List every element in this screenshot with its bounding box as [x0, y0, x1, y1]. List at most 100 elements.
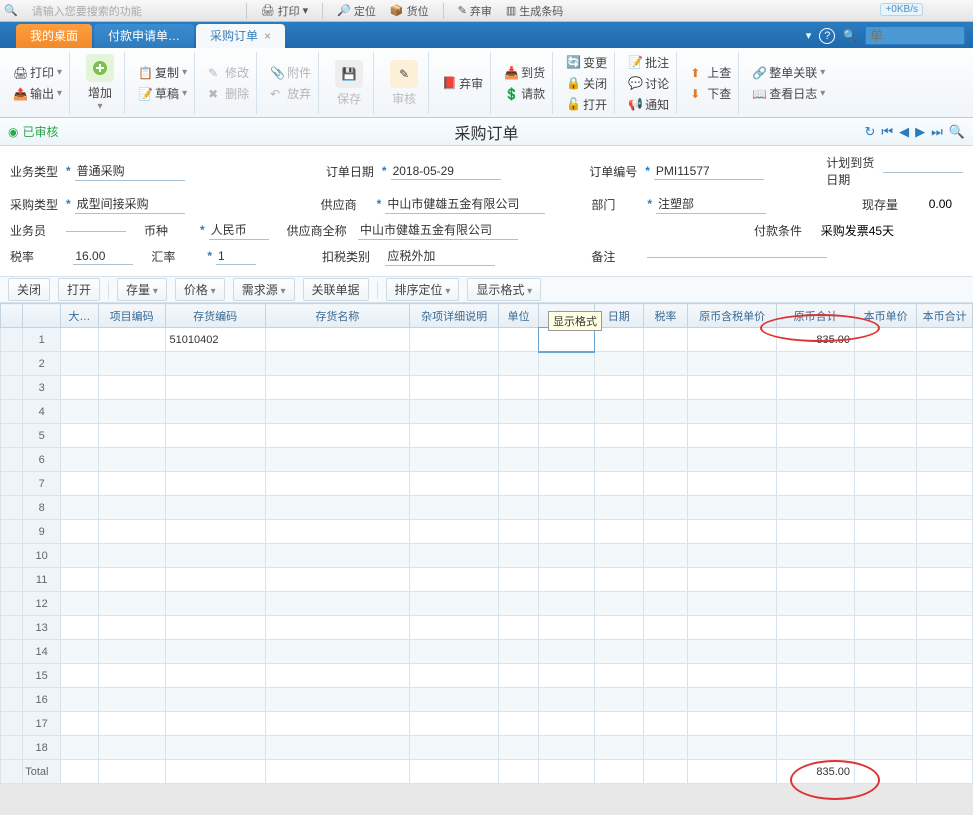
table-row[interactable]: 7: [1, 472, 973, 496]
plan-date-field[interactable]: [883, 170, 963, 173]
data-grid[interactable]: 大… 项目编码 存货编码 存货名称 杂项详细说明 单位 数量 日期 税率 原币含…: [0, 303, 973, 784]
table-row[interactable]: 16: [1, 688, 973, 712]
col-unit-price[interactable]: 原币含税单价: [688, 304, 777, 328]
currency-field[interactable]: 人民币: [209, 220, 269, 240]
search-record-icon[interactable]: 🔍: [949, 124, 965, 140]
table-row[interactable]: 13: [1, 616, 973, 640]
close-tab-icon[interactable]: ×: [264, 29, 271, 43]
table-row[interactable]: 14: [1, 640, 973, 664]
refresh-icon[interactable]: ↻: [865, 124, 876, 140]
prev-record-icon[interactable]: ◀: [899, 124, 909, 140]
table-row[interactable]: 15: [1, 664, 973, 688]
audit-button[interactable]: ✎审核: [384, 58, 424, 109]
tax-cat-field[interactable]: 应税外加: [385, 246, 495, 266]
lookup-down-button[interactable]: ⬇下查: [687, 84, 734, 103]
arrive-button[interactable]: 📥到货: [501, 63, 548, 82]
grid-close-button[interactable]: 关闭: [8, 278, 50, 301]
grid-link-button[interactable]: 关联单据: [303, 278, 369, 301]
tab-search-input[interactable]: [865, 26, 965, 45]
order-no-field[interactable]: PMI11577: [654, 163, 764, 180]
sys-abandon[interactable]: ✎弃审: [458, 3, 492, 19]
next-record-icon[interactable]: ▶: [915, 124, 925, 140]
table-row[interactable]: 8: [1, 496, 973, 520]
last-record-icon[interactable]: ⏭: [931, 124, 943, 140]
delete-icon: ✖: [208, 87, 222, 101]
copy-button[interactable]: 📋复制: [135, 63, 190, 82]
sys-location[interactable]: 📦货位: [390, 3, 429, 19]
table-row[interactable]: 6: [1, 448, 973, 472]
col-project[interactable]: 项目编码: [98, 304, 165, 328]
view-log-button[interactable]: 📖查看日志: [749, 84, 828, 103]
table-row[interactable]: 12: [1, 592, 973, 616]
request-money-button[interactable]: 💲请款: [501, 84, 548, 103]
save-button[interactable]: 💾保存: [329, 58, 369, 109]
sys-print[interactable]: 🖨打印▾: [261, 3, 309, 19]
discuss-button[interactable]: 💬讨论: [625, 74, 672, 93]
grid-sort-button[interactable]: 排序定位: [386, 278, 460, 301]
grid-stock-button[interactable]: 存量: [117, 278, 167, 301]
first-record-icon[interactable]: ⏮: [881, 124, 893, 140]
add-button[interactable]: 增加▾: [80, 52, 120, 114]
page-title: 采购订单: [454, 120, 518, 144]
col-rownum[interactable]: [23, 304, 61, 328]
tab-purchase-order[interactable]: 采购订单×: [196, 24, 285, 48]
global-search-input[interactable]: 请输入您要搜索的功能: [32, 3, 232, 19]
dept-field[interactable]: 注塑部: [656, 194, 766, 214]
table-row[interactable]: 10: [1, 544, 973, 568]
attach-button[interactable]: 📎附件: [267, 63, 314, 82]
table-row[interactable]: 3: [1, 376, 973, 400]
tab-back-icon[interactable]: ▾: [806, 29, 812, 42]
tab-payment[interactable]: 付款申请单…: [94, 24, 194, 48]
table-row[interactable]: 4: [1, 400, 973, 424]
table-row[interactable]: 5: [1, 424, 973, 448]
close-order-button[interactable]: 🔒关闭: [563, 74, 610, 93]
col-indicator[interactable]: [1, 304, 23, 328]
table-row[interactable]: 9: [1, 520, 973, 544]
output-button[interactable]: 📤输出: [10, 84, 65, 103]
table-row[interactable]: 11: [1, 568, 973, 592]
modify-button[interactable]: ✎修改: [205, 63, 252, 82]
link-all-button[interactable]: 🔗整单关联: [749, 63, 828, 82]
print-button[interactable]: 🖨打印: [10, 63, 65, 82]
col-inv-code[interactable]: 存货编码: [165, 304, 265, 328]
help-icon[interactable]: ?: [819, 28, 835, 44]
grid-demand-button[interactable]: 需求源: [233, 278, 295, 301]
grid-price-button[interactable]: 价格: [175, 278, 225, 301]
release-button[interactable]: ↶放弃: [267, 84, 314, 103]
table-row[interactable]: 18: [1, 736, 973, 760]
col-tax[interactable]: 税率: [643, 304, 687, 328]
sys-locate[interactable]: 🔎定位: [337, 3, 376, 19]
rate-field[interactable]: 1: [216, 248, 256, 265]
lookup-up-button[interactable]: ⬆上查: [687, 63, 734, 82]
table-row[interactable]: 2: [1, 352, 973, 376]
draft-button[interactable]: 📝草稿: [135, 84, 190, 103]
delete-button[interactable]: ✖删除: [205, 84, 252, 103]
purchase-type-field[interactable]: 成型间接采购: [75, 194, 185, 214]
notify-button[interactable]: 📢通知: [625, 95, 672, 114]
col-big[interactable]: 大…: [61, 304, 99, 328]
col-local-total[interactable]: 本币合计: [917, 304, 973, 328]
remark-field[interactable]: [647, 255, 827, 258]
col-local-price[interactable]: 本币单价: [855, 304, 917, 328]
open-order-button[interactable]: 🔓打开: [563, 95, 610, 114]
supplier-full-field[interactable]: 中山市健雄五金有限公司: [358, 220, 518, 240]
order-date-field[interactable]: 2018-05-29: [391, 163, 501, 180]
biz-type-field[interactable]: 普通采购: [75, 161, 185, 181]
grid-display-button[interactable]: 显示格式: [467, 278, 541, 301]
col-total[interactable]: 原币合计: [777, 304, 855, 328]
grid-open-button[interactable]: 打开: [58, 278, 100, 301]
table-row[interactable]: 17: [1, 712, 973, 736]
tax-field[interactable]: 16.00: [73, 248, 133, 265]
locate-icon: 🔎: [337, 4, 351, 17]
abandon-audit-button[interactable]: 📕弃审: [439, 74, 486, 93]
table-row[interactable]: 151010402835.00: [1, 328, 973, 352]
supplier-field[interactable]: 中山市健雄五金有限公司: [385, 194, 545, 214]
change-button[interactable]: 🔄变更: [563, 53, 610, 72]
sys-barcode[interactable]: ▥生成条码: [506, 3, 563, 19]
salesman-field[interactable]: [66, 229, 126, 232]
col-inv-name[interactable]: 存货名称: [265, 304, 410, 328]
tab-desktop[interactable]: 我的桌面: [16, 24, 92, 48]
col-misc[interactable]: 杂项详细说明: [410, 304, 499, 328]
approve-note-button[interactable]: 📝批注: [625, 53, 672, 72]
col-unit[interactable]: 单位: [499, 304, 539, 328]
